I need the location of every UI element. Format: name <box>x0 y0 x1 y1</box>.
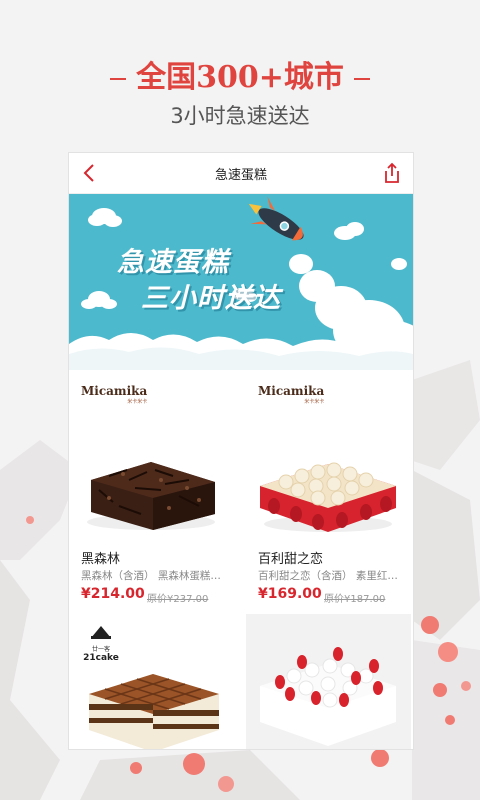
nav-bar: 急速蛋糕 <box>69 153 413 194</box>
share-icon[interactable] <box>381 161 403 185</box>
phone-screen: 急速蛋糕 急速蛋糕 三小时送达 Micamika 米卡米卡 黑森林 黑森林（含酒… <box>68 152 414 750</box>
product-card[interactable] <box>246 614 411 749</box>
cake-logo-icon <box>91 626 111 639</box>
banner-line-1: 急速蛋糕 <box>117 247 229 278</box>
product-card[interactable]: Micamika 米卡米卡 百利甜之恋 百利甜之恋（含酒） 素里红… ¥169.… <box>246 370 411 610</box>
brand-name: Micamika <box>81 384 148 398</box>
product-original-price: 原价¥237.00 <box>147 594 209 605</box>
product-desc: 黑森林（含酒） 黑森林蛋糕… <box>81 570 221 582</box>
product-price: ¥169.00 <box>258 586 322 602</box>
brand-logo: Micamika 米卡米卡 <box>81 384 147 405</box>
back-arrow-icon[interactable] <box>79 161 101 185</box>
brand-sub: 米卡米卡 <box>127 399 148 405</box>
product-card[interactable]: 廿一客 21cake <box>69 614 234 749</box>
brand-name: Micamika <box>258 384 325 398</box>
promo-headline: 全国300+城市 <box>0 52 480 96</box>
product-card[interactable]: Micamika 米卡米卡 黑森林 黑森林（含酒） 黑森林蛋糕… ¥214.00… <box>69 370 234 610</box>
brand-sub: 米卡米卡 <box>304 399 325 405</box>
promo-headline-text: 全国300+城市 <box>136 60 344 95</box>
dash-right <box>353 78 370 80</box>
brand-logo: Micamika 米卡米卡 <box>258 384 324 405</box>
product-name: 百利甜之恋 <box>258 552 324 567</box>
baileys-cake-image <box>260 462 396 532</box>
product-original-price: 原价¥187.00 <box>324 594 386 605</box>
black-forest-cake-image <box>87 462 215 530</box>
strawberry-cream-cake-image <box>246 614 411 749</box>
tiramisu-cake-image <box>89 674 219 749</box>
promo-banner[interactable]: 急速蛋糕 三小时送达 <box>69 194 413 370</box>
promo-subline: 3小时急速送达 <box>170 104 310 128</box>
product-desc: 百利甜之恋（含酒） 素里红… <box>258 570 398 582</box>
dash-left <box>110 78 127 80</box>
product-price: ¥214.00 <box>81 586 145 602</box>
page-title: 急速蛋糕 <box>214 167 267 183</box>
banner-line-2: 三小时送达 <box>141 283 281 314</box>
product-name: 黑森林 <box>81 552 121 567</box>
